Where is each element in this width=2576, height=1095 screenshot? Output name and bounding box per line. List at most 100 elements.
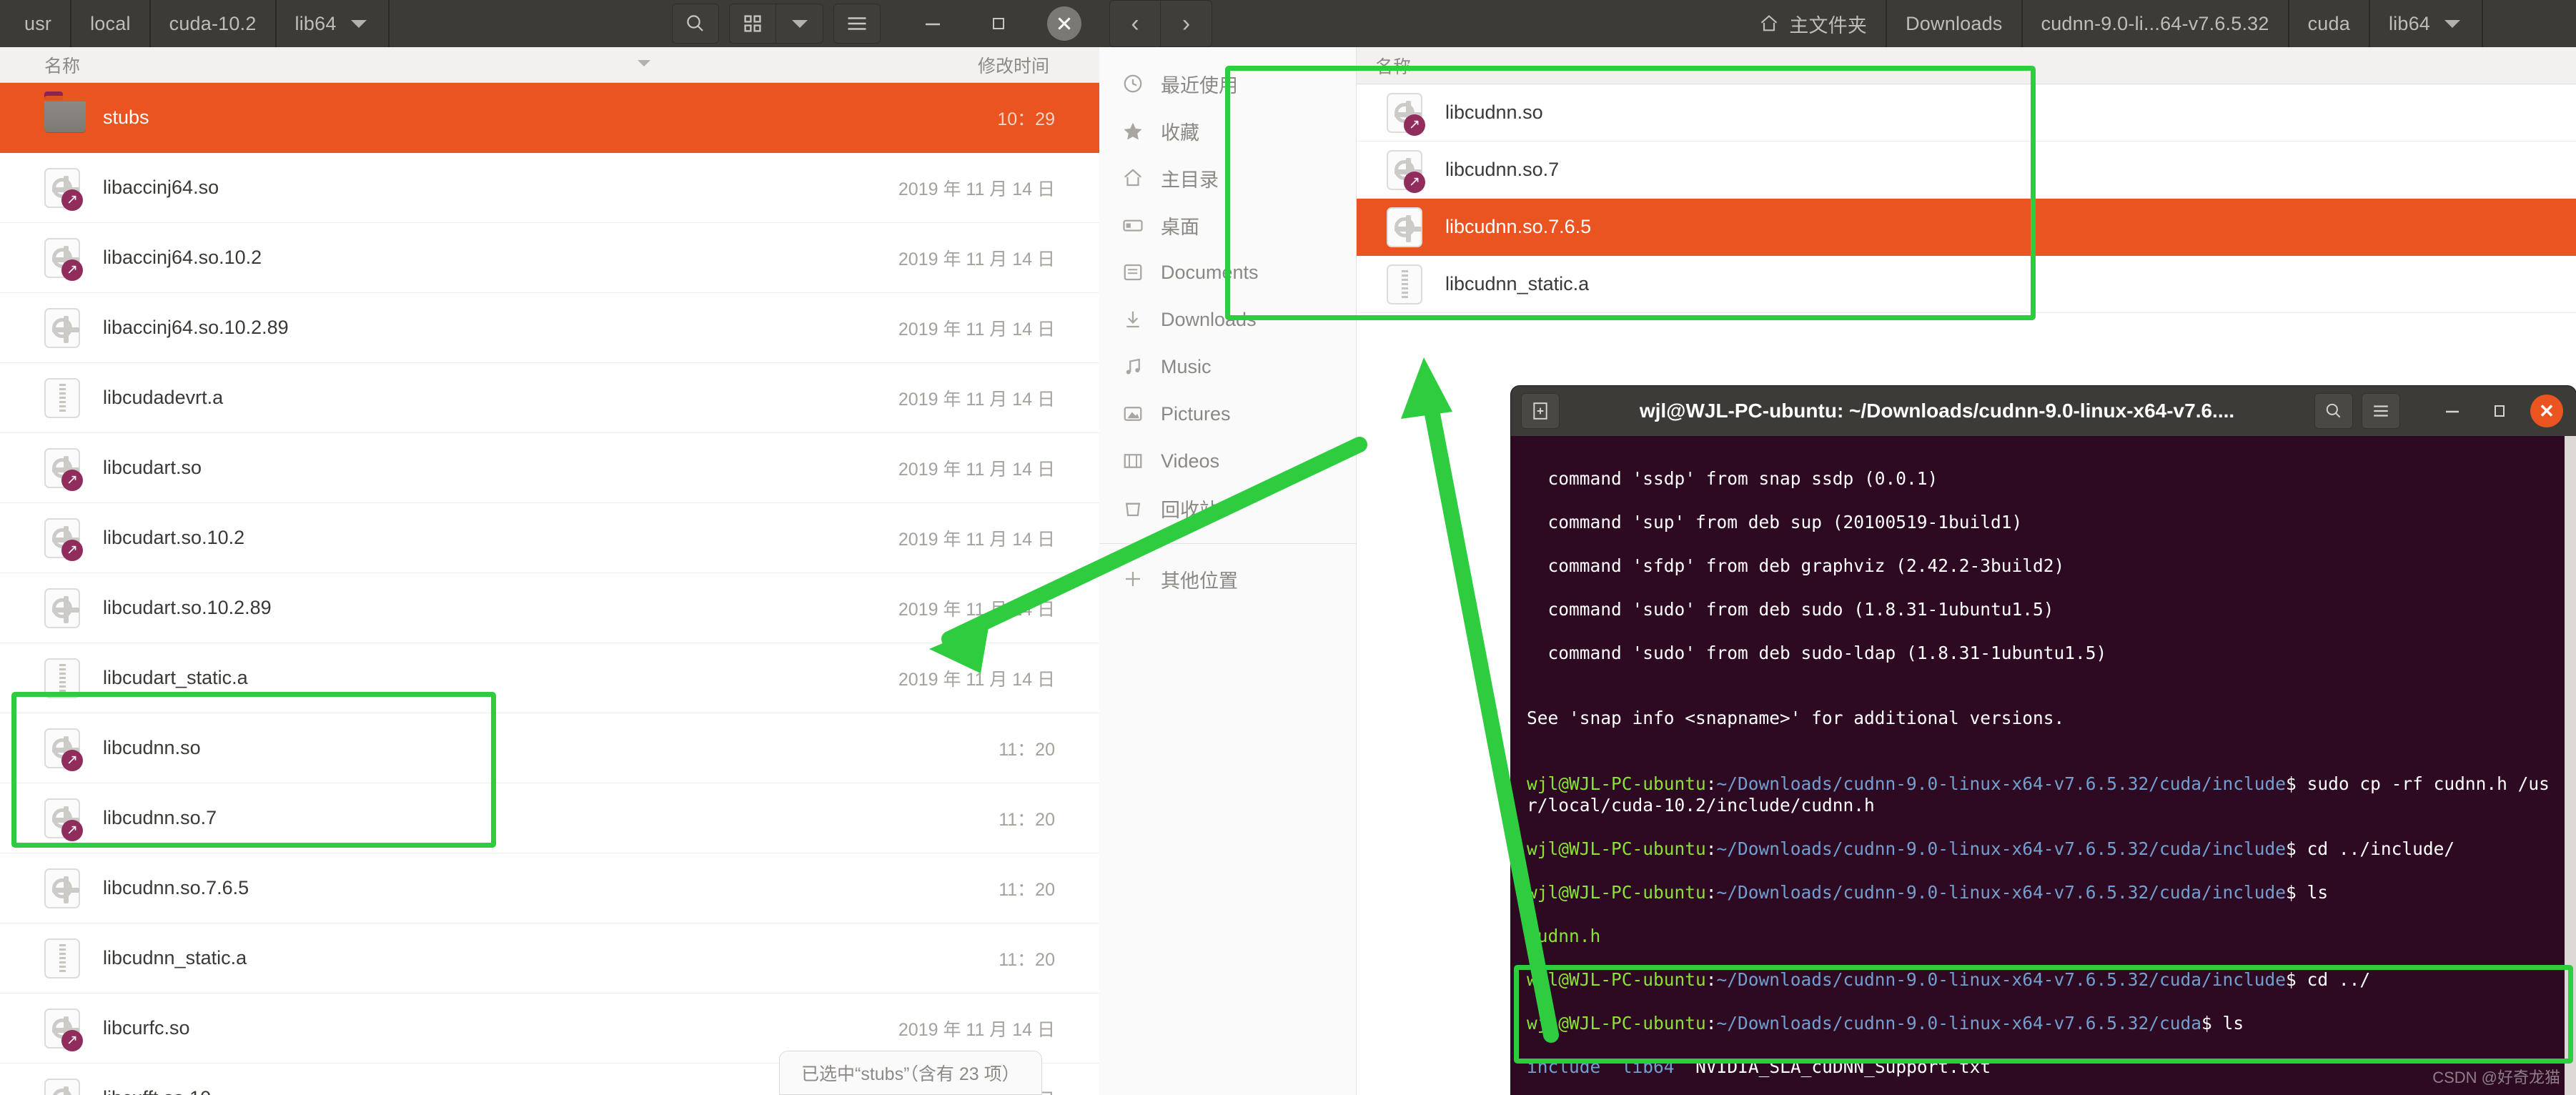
terminal-prompt-path: ~/Downloads/cudnn-9.0-linux-x64-v7.6.5.3…	[1716, 773, 2287, 794]
sidebar-item-other-locations[interactable]: 其他位置	[1099, 555, 1356, 603]
ls-item: NVIDIA_SLA_cuDNN_Support.txt	[1695, 1056, 1991, 1077]
terminal-prompt-path: ~/Downloads/cudnn-9.0-linux-x64-v7.6.5.3…	[1716, 1013, 2202, 1034]
view-options-button[interactable]	[776, 4, 823, 44]
file-name: libaccinj64.so.10.2.89	[103, 317, 289, 338]
breadcrumb-downloads[interactable]: Downloads	[1887, 0, 2023, 47]
shared-library-icon: ↗	[44, 798, 84, 841]
file-date: 11：20	[999, 949, 1055, 970]
table-row[interactable]: ↗ libcudnn.so.7 11：20	[0, 783, 1099, 853]
column-sort-indicator[interactable]	[636, 58, 652, 71]
breadcrumb-usr[interactable]: usr	[0, 0, 72, 47]
sidebar-divider	[1099, 543, 1356, 544]
view-grid-button[interactable]	[729, 4, 776, 44]
shared-library-icon: ↗	[44, 728, 84, 771]
table-row[interactable]: ↗ libcudnn.so 11：20	[0, 713, 1099, 783]
file-name: libcudnn.so	[103, 737, 201, 758]
file-name: libcudadevrt.a	[103, 387, 224, 408]
file-name: libaccinj64.so	[103, 177, 219, 198]
maximize-button[interactable]	[975, 4, 1022, 44]
new-tab-button[interactable]	[1521, 393, 1560, 429]
column-header-modified[interactable]: 修改时间	[978, 52, 1049, 78]
terminal-output[interactable]: command 'ssdp' from snap ssdp (0.0.1) co…	[1511, 436, 2576, 1095]
left-breadcrumb: usr local cuda-10.2 lib64	[0, 0, 390, 47]
table-row[interactable]: libcudnn.so.7.6.5	[1357, 199, 2576, 256]
table-row[interactable]: libcudart.so.10.2.89 2019 年 11 月 14 日	[0, 573, 1099, 643]
breadcrumb-dropdown-button[interactable]	[2440, 0, 2483, 47]
terminal-line: command 'sfdp' from deb graphviz (2.42.2…	[1527, 555, 2065, 576]
watermark-text: CSDN @好奇龙猫	[2432, 1069, 2560, 1086]
terminal-search-button[interactable]	[2314, 393, 2353, 429]
maximize-icon	[993, 18, 1004, 29]
minimize-button[interactable]	[909, 4, 956, 44]
symlink-badge-icon: ↗	[61, 259, 83, 281]
places-sidebar: 最近使用 收藏 主目录 桌面 Documents Downloads Music…	[1099, 47, 1357, 1095]
breadcrumb-cudnn-package[interactable]: cudnn-9.0-li...64-v7.6.5.32	[2022, 0, 2289, 47]
file-date: 2019 年 11 月 14 日	[898, 1019, 1055, 1040]
shared-library-icon: ↗	[1387, 149, 1427, 193]
terminal-window: wjl@WJL-PC-ubuntu: ~/Downloads/cudnn-9.0…	[1511, 386, 2576, 1095]
forward-button[interactable]: ›	[1161, 0, 1212, 47]
column-header-name[interactable]: 名称	[44, 52, 80, 78]
column-header-name[interactable]: 名称	[1375, 53, 1411, 79]
table-row[interactable]: ↗ libaccinj64.so 2019 年 11 月 14 日	[0, 153, 1099, 223]
sidebar-item-trash[interactable]: 回收站	[1099, 485, 1356, 532]
status-text: 已选中“stubs”（含有 23 项）	[801, 1064, 1020, 1084]
file-name: libcudnn.so	[1445, 101, 1543, 123]
breadcrumb-lib64[interactable]: lib64	[276, 0, 347, 47]
close-button[interactable]	[1041, 4, 1088, 44]
chevron-down-icon	[2444, 19, 2460, 28]
search-button[interactable]	[672, 4, 719, 44]
file-date: 11：20	[999, 739, 1055, 760]
table-row[interactable]: ↗ libcudart.so.10.2 2019 年 11 月 14 日	[0, 503, 1099, 573]
sidebar-item-home[interactable]: 主目录	[1099, 154, 1356, 202]
back-button[interactable]: ‹	[1109, 0, 1161, 47]
breadcrumb-lib64[interactable]: lib64	[2369, 0, 2440, 47]
breadcrumb-local[interactable]: local	[71, 0, 151, 47]
header-spacer	[390, 0, 672, 47]
menu-button[interactable]	[833, 4, 881, 44]
table-row[interactable]: libcudnn_static.a	[1357, 256, 2576, 313]
terminal-scrollbar[interactable]	[2565, 436, 2576, 1095]
sidebar-item-label: 最近使用	[1161, 74, 1238, 96]
sidebar-item-music[interactable]: Music	[1099, 343, 1356, 390]
breadcrumb-cuda-10-2[interactable]: cuda-10.2	[150, 0, 277, 47]
terminal-menu-button[interactable]	[2362, 393, 2400, 429]
minimize-icon	[2446, 410, 2459, 413]
sidebar-item-videos[interactable]: Videos	[1099, 437, 1356, 485]
table-row[interactable]: ↗ libaccinj64.so.10.2 2019 年 11 月 14 日	[0, 223, 1099, 293]
downloads-icon	[1121, 307, 1145, 332]
table-row[interactable]: stubs 10：29	[0, 83, 1099, 153]
terminal-maximize-button[interactable]	[2480, 393, 2519, 429]
table-row[interactable]: libcudadevrt.a 2019 年 11 月 14 日	[0, 363, 1099, 433]
hamburger-menu-icon	[2374, 405, 2388, 417]
table-row[interactable]: libcudnn_static.a 11：20	[0, 923, 1099, 994]
grid-view-icon	[744, 15, 761, 32]
sidebar-item-starred[interactable]: 收藏	[1099, 107, 1356, 154]
sidebar-item-recent[interactable]: 最近使用	[1099, 60, 1356, 107]
terminal-line: command 'sudo' from deb sudo-ldap (1.8.3…	[1527, 642, 2107, 663]
breadcrumb-home[interactable]: 主文件夹	[1740, 0, 1888, 47]
terminal-minimize-button[interactable]	[2433, 393, 2472, 429]
sidebar-item-desktop[interactable]: 桌面	[1099, 202, 1356, 249]
sidebar-item-documents[interactable]: Documents	[1099, 249, 1356, 296]
right-file-list[interactable]: ↗ libcudnn.so ↗ libcudnn.so.7 libcudnn.s…	[1357, 84, 2576, 313]
table-row[interactable]: libcudart_static.a 2019 年 11 月 14 日	[0, 643, 1099, 713]
table-row[interactable]: ↗ libcudart.so 2019 年 11 月 14 日	[0, 433, 1099, 503]
terminal-prompt-user: wjl@WJL-PC-ubuntu	[1527, 969, 1706, 990]
left-file-list[interactable]: stubs 10：29 ↗ libaccinj64.so 2019 年 11 月…	[0, 83, 1099, 1095]
table-row[interactable]: libcudnn.so.7.6.5 11：20	[0, 853, 1099, 923]
table-row[interactable]: ↗ libcudnn.so	[1357, 84, 2576, 142]
table-row[interactable]: libaccinj64.so.10.2.89 2019 年 11 月 14 日	[0, 293, 1099, 363]
table-row[interactable]: ↗ libcudnn.so.7	[1357, 142, 2576, 199]
sidebar-item-pictures[interactable]: Pictures	[1099, 390, 1356, 437]
terminal-title: wjl@WJL-PC-ubuntu: ~/Downloads/cudnn-9.0…	[1639, 400, 2235, 422]
terminal-line: command 'ssdp' from snap ssdp (0.0.1)	[1527, 467, 1938, 489]
right-breadcrumb: 主文件夹 Downloads cudnn-9.0-li...64-v7.6.5.…	[1740, 0, 2483, 47]
terminal-prompt-user: wjl@WJL-PC-ubuntu	[1527, 838, 1706, 859]
terminal-close-button[interactable]: ✕	[2527, 393, 2566, 429]
breadcrumb-cuda[interactable]: cuda	[2289, 0, 2370, 47]
file-name: libcudnn_static.a	[103, 947, 247, 968]
breadcrumb-dropdown-button[interactable]	[346, 0, 390, 47]
home-icon	[1759, 14, 1779, 34]
sidebar-item-downloads[interactable]: Downloads	[1099, 296, 1356, 343]
